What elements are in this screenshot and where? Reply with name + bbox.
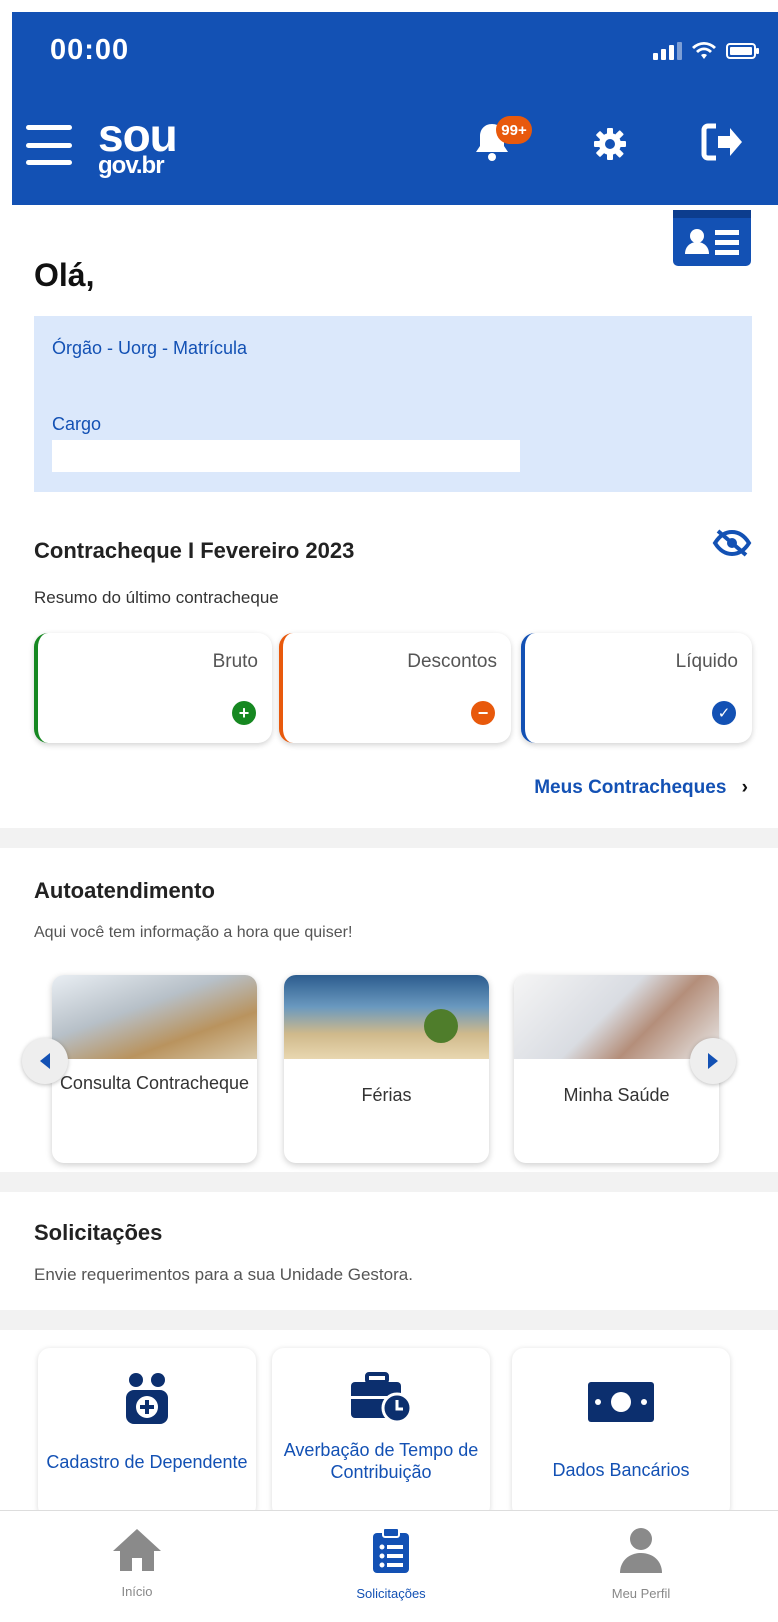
minus-circle-icon: − [471, 701, 495, 725]
service-label: Férias [361, 1085, 412, 1105]
doctor-consultation-image [514, 975, 719, 1059]
request-label: Averbação de Tempo de Contribuição [283, 1440, 479, 1482]
request-label: Cadastro de Dependente [46, 1452, 248, 1472]
chevron-right-icon [708, 1053, 718, 1069]
solicitacoes-subtitle: Envie requerimentos para a sua Unidade G… [34, 1265, 413, 1284]
battery-icon [726, 43, 760, 59]
eye-slash-icon[interactable] [712, 528, 752, 563]
coconut-image [424, 1009, 458, 1043]
nav-label: Solicitações [356, 1586, 426, 1601]
liquido-label: Líquido [675, 651, 738, 672]
app-screen: 00:00 sou gov.br 99+ Olá, Órgão - Uorg -… [0, 0, 778, 1622]
redacted-cargo [52, 440, 520, 472]
user-icon [620, 1528, 662, 1573]
service-label: Consulta Contracheque [59, 1073, 250, 1093]
service-label: Minha Saúde [563, 1085, 670, 1105]
request-label: Dados Bancários [552, 1460, 690, 1480]
section-divider [0, 828, 778, 848]
status-time: 00:00 [50, 34, 130, 66]
carousel-next-button[interactable] [690, 1038, 736, 1084]
menu-icon[interactable] [26, 125, 72, 165]
home-icon [113, 1529, 161, 1571]
carousel-prev-button[interactable] [22, 1038, 68, 1084]
plus-circle-icon: + [232, 701, 256, 725]
section-divider [0, 1172, 778, 1192]
chevron-right-icon: › [741, 777, 748, 798]
bruto-card[interactable]: Bruto + [34, 633, 272, 743]
bottom-navigation: Início Solicitações Meu Perfil [0, 1510, 778, 1622]
signal-icon [653, 42, 682, 60]
service-card-contracheque[interactable]: Consulta Contracheque [52, 975, 257, 1163]
briefcase-clock-icon [349, 1372, 413, 1429]
clipboard-list-icon [373, 1527, 409, 1573]
service-card-minha-saude[interactable]: Minha Saúde [514, 975, 719, 1163]
meus-contracheques-link[interactable]: Meus Contracheques › [534, 777, 748, 799]
nav-meu-perfil[interactable]: Meu Perfil [566, 1527, 716, 1601]
solicitacoes-title: Solicitações [34, 1220, 163, 1245]
request-card-dados-bancarios[interactable]: Dados Bancários [512, 1348, 730, 1518]
request-card-averbacao[interactable]: Averbação de Tempo de Contribuição [272, 1348, 490, 1518]
section-divider [0, 1310, 778, 1330]
id-card-icon[interactable] [673, 210, 751, 266]
beach-image [284, 975, 489, 1059]
user-info-box: Órgão - Uorg - Matrícula Cargo [34, 316, 752, 492]
family-add-icon [122, 1372, 172, 1433]
nav-label: Início [121, 1584, 153, 1599]
orgao-uorg-matricula-label: Órgão - Uorg - Matrícula [52, 338, 248, 358]
coins-laptop-image [52, 975, 257, 1059]
autoatendimento-title: Autoatendimento [34, 878, 215, 903]
service-card-ferias[interactable]: Férias [284, 975, 489, 1163]
meus-contracheques-label: Meus Contracheques [534, 777, 727, 798]
contracheque-title: Contracheque I Fevereiro 2023 [34, 538, 355, 563]
descontos-label: Descontos [407, 651, 497, 672]
autoatendimento-subtitle: Aqui você tem informação a hora que quis… [34, 924, 353, 941]
descontos-card[interactable]: Descontos − [279, 633, 511, 743]
money-bill-icon [588, 1382, 654, 1427]
bruto-label: Bruto [212, 651, 258, 672]
liquido-card[interactable]: Líquido ✓ [521, 633, 752, 743]
wifi-icon [692, 42, 716, 60]
nav-solicitacoes[interactable]: Solicitações [316, 1527, 466, 1601]
chevron-left-icon [40, 1053, 50, 1069]
gear-icon[interactable] [592, 126, 628, 167]
nav-inicio[interactable]: Início [62, 1527, 212, 1599]
cargo-label: Cargo [52, 414, 102, 434]
status-icons [653, 42, 760, 60]
app-header: 00:00 sou gov.br 99+ [12, 12, 778, 205]
request-card-dependente[interactable]: Cadastro de Dependente [38, 1348, 256, 1518]
greeting-text: Olá, [34, 257, 95, 293]
notification-badge: 99+ [496, 116, 532, 144]
sou-govbr-logo: sou gov.br [98, 112, 178, 178]
logout-icon[interactable] [700, 122, 744, 167]
contracheque-subtitle: Resumo do último contracheque [34, 588, 279, 607]
check-circle-icon: ✓ [712, 701, 736, 725]
redacted-name [118, 252, 294, 290]
nav-label: Meu Perfil [611, 1586, 671, 1601]
